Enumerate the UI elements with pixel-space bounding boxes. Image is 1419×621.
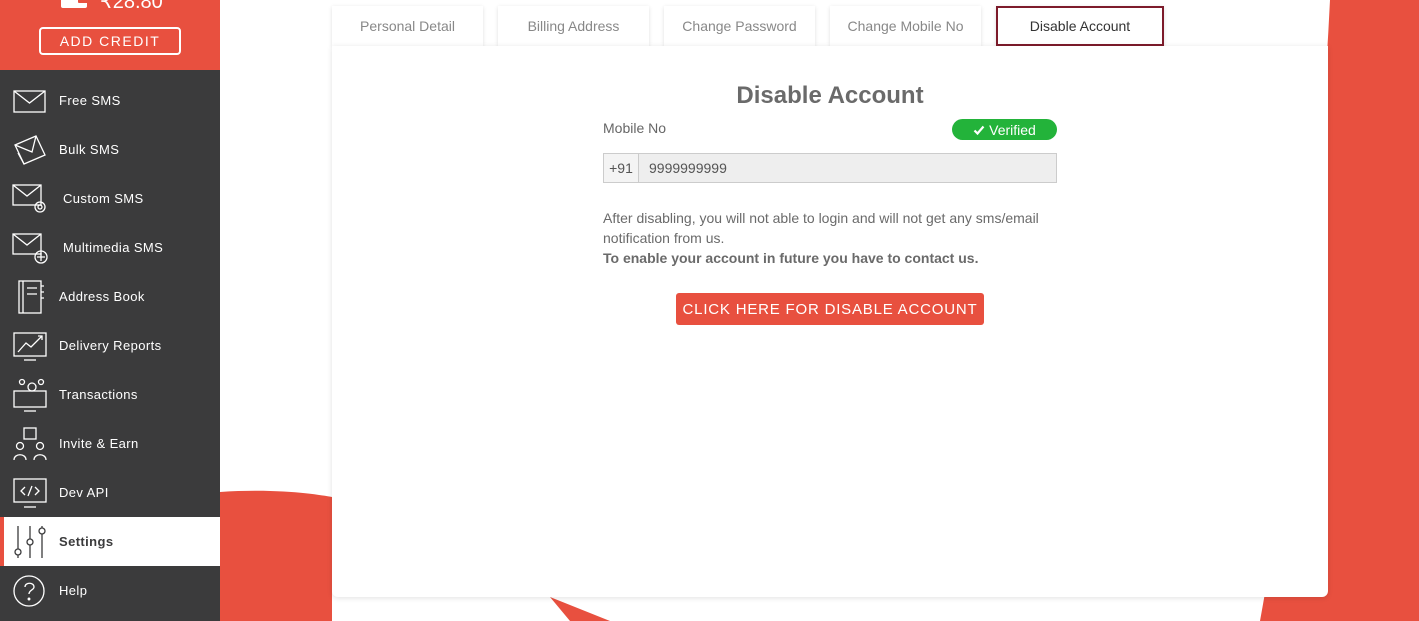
disable-info-text: After disabling, you will not able to lo… — [603, 210, 1039, 246]
sidebar-item-label: Multimedia SMS — [63, 240, 164, 255]
sidebar-item-label: Delivery Reports — [59, 338, 162, 353]
envelope-icon — [11, 83, 49, 119]
sidebar-item-label: Address Book — [59, 289, 145, 304]
check-icon — [973, 125, 985, 135]
transactions-monitor-icon — [11, 377, 49, 413]
envelope-gear-icon — [11, 181, 49, 217]
tab-change-password[interactable]: Change Password — [664, 6, 815, 46]
envelope-plus-icon — [11, 230, 49, 266]
mobile-no-label: Mobile No — [603, 120, 667, 136]
sidebar-item-multimedia-sms[interactable]: Multimedia SMS — [0, 223, 220, 272]
country-code: +91 — [604, 154, 639, 182]
tab-personal-detail[interactable]: Personal Detail — [332, 6, 483, 46]
sidebar-header: ₹28.80 ADD CREDIT — [0, 0, 220, 70]
sidebar-item-invite-earn[interactable]: Invite & Earn — [0, 419, 220, 468]
sliders-icon — [11, 524, 49, 560]
sidebar-item-dev-api[interactable]: Dev API — [0, 468, 220, 517]
tab-change-mobile-no[interactable]: Change Mobile No — [830, 6, 981, 46]
mobile-input-group: +91 — [603, 153, 1057, 183]
disable-info-bold: To enable your account in future you hav… — [603, 250, 979, 266]
sidebar: ₹28.80 ADD CREDIT Free SMS Bulk SMS Cust… — [0, 0, 220, 621]
tab-billing-address[interactable]: Billing Address — [498, 6, 649, 46]
envelopes-stack-icon — [11, 132, 49, 168]
sidebar-item-label: Dev API — [59, 485, 109, 500]
disable-account-card: Disable Account Mobile No Verified +91 A… — [332, 46, 1328, 597]
sidebar-item-settings[interactable]: Settings — [0, 517, 220, 566]
sidebar-item-free-sms[interactable]: Free SMS — [0, 76, 220, 125]
add-credit-button[interactable]: ADD CREDIT — [39, 27, 181, 55]
mobile-number-field[interactable] — [639, 154, 1056, 182]
sidebar-item-label: Invite & Earn — [59, 436, 139, 451]
address-book-icon — [11, 279, 49, 315]
sidebar-item-label: Bulk SMS — [59, 142, 120, 157]
balance-amount: ₹28.80 — [100, 0, 163, 13]
help-circle-icon — [11, 573, 49, 609]
disable-account-button[interactable]: CLICK HERE FOR DISABLE ACCOUNT — [676, 293, 984, 325]
code-monitor-icon — [11, 475, 49, 511]
sidebar-item-transactions[interactable]: Transactions — [0, 370, 220, 419]
sidebar-item-help[interactable]: Help — [0, 566, 220, 615]
verified-label: Verified — [989, 121, 1036, 138]
sidebar-item-label: Custom SMS — [63, 191, 144, 206]
sidebar-item-address-book[interactable]: Address Book — [0, 272, 220, 321]
sidebar-item-label: Settings — [59, 534, 114, 549]
sidebar-item-label: Help — [59, 583, 88, 598]
invite-people-icon — [11, 426, 49, 462]
sidebar-item-custom-sms[interactable]: Custom SMS — [0, 174, 220, 223]
sidebar-item-label: Transactions — [59, 387, 138, 402]
sidebar-item-delivery-reports[interactable]: Delivery Reports — [0, 321, 220, 370]
sidebar-item-label: Free SMS — [59, 93, 121, 108]
chart-monitor-icon — [11, 328, 49, 364]
sidebar-item-bulk-sms[interactable]: Bulk SMS — [0, 125, 220, 174]
wallet-icon — [61, 0, 88, 8]
page-title: Disable Account — [736, 82, 924, 109]
sidebar-nav: Free SMS Bulk SMS Custom SMS Multimedia … — [0, 76, 220, 615]
wallet-balance: ₹28.80 — [60, 0, 163, 13]
tab-disable-account[interactable]: Disable Account — [996, 6, 1164, 46]
verified-badge: Verified — [952, 119, 1057, 140]
